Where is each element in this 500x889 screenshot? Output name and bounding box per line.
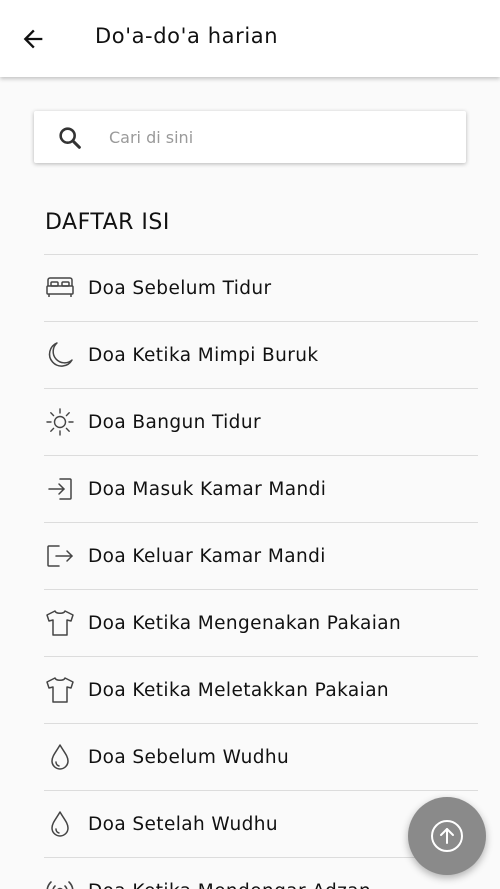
water-drop-icon [44,808,76,840]
moon-icon [44,339,76,371]
sign-out-icon [44,540,76,572]
list-item[interactable]: Doa Ketika Meletakkan Pakaian [44,656,478,723]
main-content: DAFTAR ISI Doa Sebelum Tidur [0,77,500,889]
bed-icon [44,272,76,304]
list-item-label: Doa Sebelum Wudhu [88,746,290,768]
app-bar: Do'a-do'a harian [0,0,500,77]
list-item[interactable]: Doa Ketika Mimpi Buruk [44,321,478,388]
list-item-label: Doa Ketika Mendengar Adzan [88,881,371,889]
list-item-label: Doa Sebelum Tidur [88,277,272,299]
scroll-to-top-button[interactable] [408,797,486,875]
shirt-icon [44,674,76,706]
search-input[interactable] [109,111,449,163]
list-item[interactable]: Doa Bangun Tidur [44,388,478,455]
sun-icon [44,406,76,438]
list-item-label: Doa Ketika Mimpi Buruk [88,344,319,366]
list-item[interactable]: Doa Keluar Kamar Mandi [44,522,478,589]
search-icon [59,127,81,149]
list-item-label: Doa Ketika Meletakkan Pakaian [88,679,390,701]
shirt-icon [44,607,76,639]
list-item[interactable]: Doa Sebelum Wudhu [44,723,478,790]
search-bar[interactable] [34,111,466,163]
water-drop-icon [44,741,76,773]
list-item[interactable]: Doa Ketika Mendengar Adzan [44,857,478,889]
list-item-label: Doa Keluar Kamar Mandi [88,545,326,567]
page-title: Do'a-do'a harian [95,24,279,48]
list-item[interactable]: Doa Masuk Kamar Mandi [44,455,478,522]
list-item[interactable]: Doa Sebelum Tidur [44,254,478,321]
app-screen: Do'a-do'a harian DAFTAR ISI [0,0,500,889]
sign-in-icon [44,473,76,505]
list-item-label: Doa Ketika Mengenakan Pakaian [88,612,402,634]
list-item-label: Doa Setelah Wudhu [88,813,278,835]
broadcast-icon [44,875,76,889]
arrow-left-icon [23,29,43,49]
arrow-up-circle-icon [431,820,463,852]
list-item[interactable]: Doa Ketika Mengenakan Pakaian [44,589,478,656]
list-item-label: Doa Masuk Kamar Mandi [88,478,327,500]
table-of-contents-heading: DAFTAR ISI [45,210,170,235]
table-of-contents-list: Doa Sebelum Tidur Doa Ketika Mimpi Buruk [44,254,478,889]
list-item-label: Doa Bangun Tidur [88,411,261,433]
back-button[interactable] [16,22,50,56]
